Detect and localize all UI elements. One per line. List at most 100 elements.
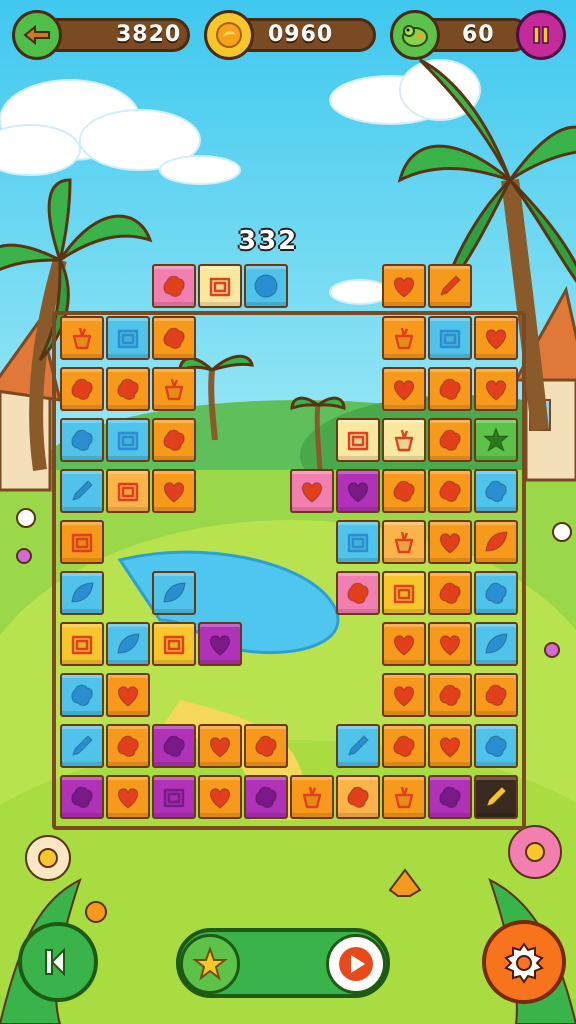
crate-tile[interactable] — [336, 418, 380, 462]
pencil-tile[interactable] — [428, 264, 472, 308]
crate-icon — [163, 635, 185, 655]
blob-tile[interactable] — [474, 673, 518, 717]
blob-tile[interactable] — [382, 469, 426, 513]
pencil-icon — [72, 480, 93, 501]
blob-icon — [71, 786, 93, 808]
blob-tile[interactable] — [428, 418, 472, 462]
heart-tile[interactable] — [290, 469, 334, 513]
blob-icon — [71, 429, 93, 451]
leaf-tile[interactable] — [152, 571, 196, 615]
blob-tile[interactable] — [474, 469, 518, 513]
crate-icon — [347, 431, 369, 451]
back-arrow-icon — [23, 24, 50, 46]
blob-tile[interactable] — [428, 673, 472, 717]
heart-tile[interactable] — [474, 316, 518, 360]
heart-tile[interactable] — [106, 775, 150, 819]
flower-pot-tile[interactable] — [382, 775, 426, 819]
pencil-tile[interactable] — [60, 724, 104, 768]
heart-tile[interactable] — [382, 264, 426, 308]
leaf-tile[interactable] — [60, 571, 104, 615]
heart-tile[interactable] — [428, 622, 472, 666]
blob-tile[interactable] — [428, 469, 472, 513]
blob-tile[interactable] — [474, 571, 518, 615]
leaf-icon — [71, 582, 94, 603]
blob-tile[interactable] — [60, 775, 104, 819]
heart-tile[interactable] — [152, 469, 196, 513]
settings-button[interactable] — [482, 920, 566, 1004]
heart-tile[interactable] — [198, 622, 242, 666]
blob-icon — [347, 786, 369, 808]
blob-tile[interactable] — [336, 775, 380, 819]
star-icon — [192, 946, 228, 981]
heart-tile[interactable] — [428, 724, 472, 768]
blob-tile[interactable] — [428, 775, 472, 819]
blob-tile[interactable] — [152, 724, 196, 768]
blob-tile[interactable] — [336, 571, 380, 615]
blob-tile[interactable] — [60, 367, 104, 411]
heart-icon — [209, 635, 231, 656]
crate-tile[interactable] — [428, 316, 472, 360]
crate-tile[interactable] — [336, 520, 380, 564]
heart-tile[interactable] — [382, 622, 426, 666]
heart-tile[interactable] — [428, 520, 472, 564]
crate-tile[interactable] — [152, 775, 196, 819]
pencil-tile[interactable] — [60, 469, 104, 513]
flower-pot-icon — [394, 429, 414, 452]
blob-icon — [439, 480, 461, 502]
heart-tile[interactable] — [336, 469, 380, 513]
heart-tile[interactable] — [382, 367, 426, 411]
heart-tile[interactable] — [106, 673, 150, 717]
flower-pot-tile[interactable] — [382, 418, 426, 462]
pencil-tile[interactable] — [336, 724, 380, 768]
crate-tile[interactable] — [106, 418, 150, 462]
blob-tile[interactable] — [152, 418, 196, 462]
crate-tile[interactable] — [382, 571, 426, 615]
pause-button[interactable] — [516, 10, 566, 60]
crate-tile[interactable] — [60, 622, 104, 666]
orb-tile[interactable] — [244, 264, 288, 308]
blob-tile[interactable] — [106, 724, 150, 768]
back-button[interactable] — [12, 10, 62, 60]
flower-pot-tile[interactable] — [152, 367, 196, 411]
blob-tile[interactable] — [60, 673, 104, 717]
heart-icon — [209, 788, 231, 809]
heart-icon — [439, 635, 461, 656]
flower-pot-icon — [302, 786, 322, 809]
blob-tile[interactable] — [244, 724, 288, 768]
crate-tile[interactable] — [198, 264, 242, 308]
blob-tile[interactable] — [244, 775, 288, 819]
blob-icon — [255, 735, 277, 757]
flower-pot-tile[interactable] — [290, 775, 334, 819]
heart-tile[interactable] — [198, 775, 242, 819]
blob-tile[interactable] — [152, 316, 196, 360]
flower-pot-tile[interactable] — [382, 520, 426, 564]
heart-tile[interactable] — [474, 367, 518, 411]
restart-button[interactable] — [18, 922, 98, 1002]
star-tile[interactable] — [474, 418, 518, 462]
blob-tile[interactable] — [60, 418, 104, 462]
pencil-tile[interactable] — [474, 775, 518, 819]
blob-tile[interactable] — [428, 571, 472, 615]
crate-tile[interactable] — [106, 469, 150, 513]
leaf-tile[interactable] — [474, 622, 518, 666]
blob-tile[interactable] — [474, 724, 518, 768]
blob-icon — [163, 275, 185, 297]
crate-tile[interactable] — [152, 622, 196, 666]
coin-count-left: 3820 — [116, 22, 182, 47]
flower-pot-tile[interactable] — [382, 316, 426, 360]
flower-pot-tile[interactable] — [60, 316, 104, 360]
leaf-tile[interactable] — [106, 622, 150, 666]
leaf-tile[interactable] — [474, 520, 518, 564]
heart-tile[interactable] — [382, 673, 426, 717]
blob-tile[interactable] — [152, 264, 196, 308]
blob-tile[interactable] — [382, 724, 426, 768]
crate-tile[interactable] — [106, 316, 150, 360]
blob-tile[interactable] — [106, 367, 150, 411]
heart-tile[interactable] — [198, 724, 242, 768]
crate-icon — [117, 431, 139, 451]
crate-tile[interactable] — [60, 520, 104, 564]
play-button[interactable] — [326, 934, 386, 994]
blob-tile[interactable] — [428, 367, 472, 411]
star-booster-button[interactable] — [180, 934, 240, 994]
blob-icon — [485, 480, 507, 502]
